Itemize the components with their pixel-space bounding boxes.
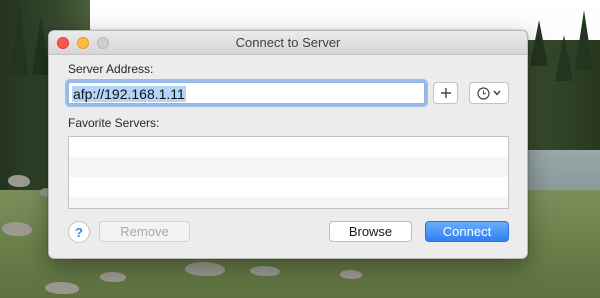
browse-button[interactable]: Browse [329,221,412,242]
add-favorite-button[interactable] [433,82,458,104]
connect-to-server-dialog: Connect to Server Server Address: afp://… [48,30,528,259]
server-address-label: Server Address: [68,62,154,76]
list-row [69,197,508,208]
tree [10,5,28,75]
tree [575,10,593,70]
window-title: Connect to Server [235,35,341,50]
chevron-down-icon [493,90,501,96]
rock [8,175,30,187]
rock [250,266,280,276]
list-row [69,177,508,197]
help-button[interactable]: ? [68,221,90,243]
rock [2,222,32,236]
clock-icon [477,86,490,100]
plus-icon [440,88,451,98]
favorite-servers-list[interactable] [68,136,509,209]
recent-servers-button[interactable] [469,82,509,104]
rock [45,282,79,294]
list-row [69,157,508,177]
rock [340,270,362,279]
tree [530,20,548,66]
rock [185,262,225,276]
title-bar[interactable]: Connect to Server [49,31,527,55]
favorite-servers-label: Favorite Servers: [68,116,160,130]
server-address-input[interactable]: afp://192.168.1.11 [68,82,425,104]
list-row [69,137,508,157]
server-address-value: afp://192.168.1.11 [72,86,186,102]
remove-button: Remove [99,221,190,242]
tree [555,35,573,81]
connect-button[interactable]: Connect [425,221,509,242]
rock [100,272,126,282]
